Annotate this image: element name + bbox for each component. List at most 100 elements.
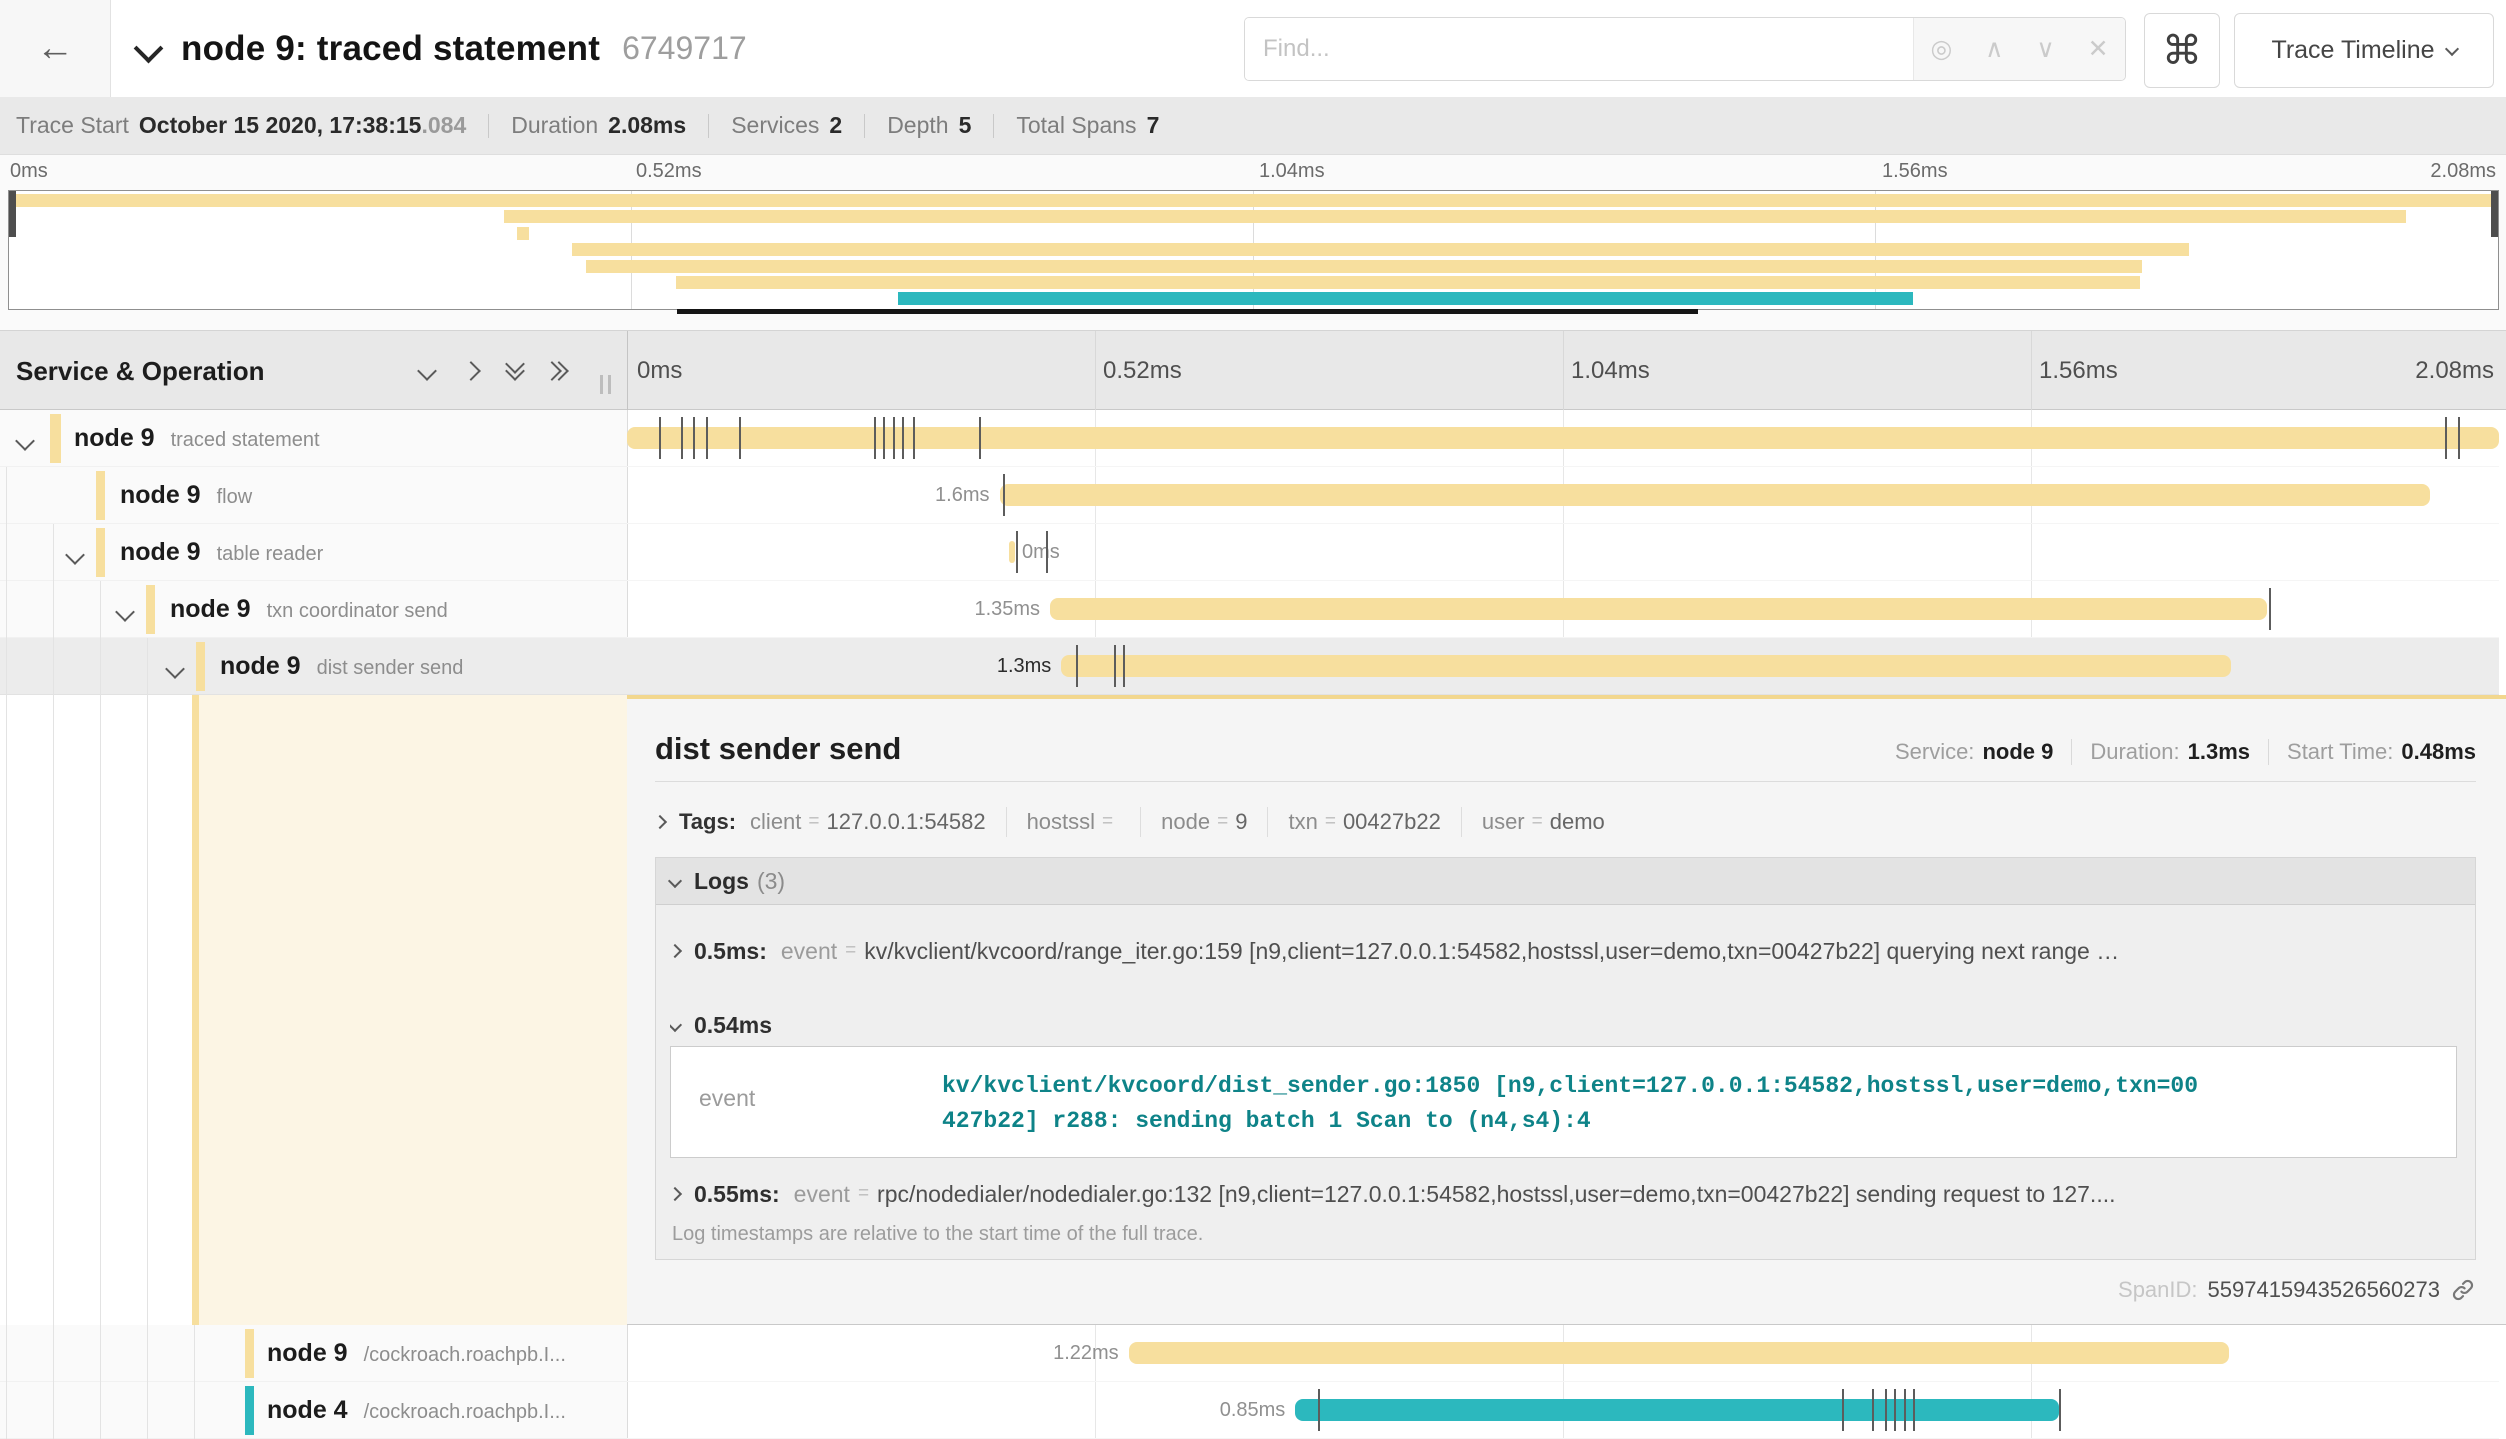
- view-selector-button[interactable]: Trace Timeline: [2234, 13, 2494, 88]
- span-detail-meta: Service: node 9 Duration: 1.3ms Start Ti…: [1895, 739, 2476, 765]
- equals-sign: =: [1532, 811, 1543, 833]
- minimap-view-indicator[interactable]: [677, 309, 1698, 314]
- operation-name: flow: [217, 486, 253, 509]
- find-next-icon[interactable]: ∨: [2036, 34, 2054, 64]
- span-bar[interactable]: [1061, 655, 2231, 677]
- span-bar[interactable]: [627, 427, 2499, 449]
- log-entry-0.55ms[interactable]: 0.55ms: event = rpc/nodedialer/nodediale…: [670, 1171, 2459, 1217]
- equals-sign: =: [1217, 811, 1228, 833]
- span-row-flow[interactable]: node 9 flow 1.6ms: [0, 467, 2506, 524]
- service-name: node 9: [267, 1325, 348, 1382]
- log-entry-0.54ms[interactable]: 0.54ms: [670, 1002, 2459, 1048]
- find-tools: ◎ ∧ ∨ ✕: [1913, 18, 2125, 80]
- services-label: Services: [731, 112, 819, 139]
- back-arrow-icon: ←: [36, 27, 74, 70]
- back-button[interactable]: ←: [0, 0, 111, 97]
- minimap-right-scrub-handle[interactable]: [2491, 191, 2498, 237]
- log-time: 0.5ms:: [694, 938, 767, 965]
- operation-name: txn coordinator send: [267, 600, 448, 623]
- span-event-tick: [739, 417, 741, 459]
- find-prev-icon[interactable]: ∧: [1985, 34, 2003, 64]
- span-bar[interactable]: [1000, 484, 2430, 506]
- expand-one-icon[interactable]: [464, 364, 478, 378]
- trace-start-ms-suffix: .084: [421, 112, 466, 139]
- find-clear-icon[interactable]: ✕: [2088, 34, 2109, 64]
- collapse-log-chevron-icon: [670, 1018, 682, 1032]
- link-icon[interactable]: [2450, 1277, 2476, 1303]
- duration-label: Duration: [511, 112, 598, 139]
- timeline-minimap: 0ms 0.52ms 1.04ms 1.56ms 2.08ms: [0, 155, 2506, 330]
- divider: [864, 114, 865, 138]
- span-bar[interactable]: [1050, 598, 2267, 620]
- expand-all-icon[interactable]: [552, 364, 566, 378]
- service-name: node 9: [170, 581, 251, 638]
- logs-header[interactable]: Logs (3): [656, 858, 2475, 905]
- service-name: node 4: [267, 1382, 348, 1439]
- divider: [2268, 739, 2269, 765]
- depth-value: 5: [959, 112, 972, 139]
- total-spans-value: 7: [1147, 112, 1160, 139]
- trace-start-value: October 15 2020, 17:38:15: [139, 112, 422, 139]
- minimap-span-bar: [572, 243, 2190, 256]
- log-field-key: event: [794, 1181, 850, 1208]
- duration-meta-label: Duration:: [2090, 739, 2179, 765]
- service-color-stripe: [96, 528, 105, 577]
- equals-sign: =: [845, 940, 856, 962]
- collapse-one-icon[interactable]: [420, 364, 434, 378]
- tags-row[interactable]: Tags: client=127.0.0.1:54582 hostssl= no…: [655, 802, 1605, 842]
- service-color-stripe: [245, 1329, 254, 1378]
- minimap-left-scrub-handle[interactable]: [9, 191, 16, 237]
- minimap-span-bar: [504, 210, 2406, 223]
- equals-sign: =: [1102, 811, 1113, 833]
- indent-guide: [53, 524, 54, 1439]
- find-target-icon[interactable]: ◎: [1930, 34, 1952, 64]
- span-event-tick: [1003, 474, 1005, 516]
- expand-log-chevron-icon: [670, 944, 682, 958]
- spanid-value: 5597415943526560273: [2208, 1277, 2440, 1303]
- tags-label: Tags:: [679, 809, 736, 835]
- minimap-canvas[interactable]: [8, 190, 2499, 310]
- collapse-chevron-icon[interactable]: [15, 431, 35, 451]
- minimap-tick-0: 0ms: [10, 160, 48, 183]
- span-bar[interactable]: [1295, 1399, 2059, 1421]
- selected-span-color-stripe: [192, 695, 199, 1325]
- span-bar[interactable]: [1009, 541, 1016, 563]
- collapse-trace-chevron-icon[interactable]: [134, 34, 164, 64]
- service-name: node 9: [74, 410, 155, 467]
- detail-left-tint: [199, 695, 627, 1325]
- service-color-stripe: [196, 642, 205, 691]
- collapse-logs-chevron-icon: [668, 874, 682, 888]
- span-row-txn-coordinator-send[interactable]: node 9 txn coordinator send 1.35ms: [0, 581, 2506, 638]
- collapse-chevron-icon[interactable]: [165, 659, 185, 679]
- collapse-chevron-icon[interactable]: [115, 602, 135, 622]
- span-duration-label: 0ms: [1022, 524, 1060, 581]
- spanid-label: SpanID:: [2118, 1277, 2198, 1303]
- spanid-row: SpanID: 5597415943526560273: [2118, 1277, 2476, 1303]
- logs-body: 0.5ms: event = kv/kvclient/kvcoord/range…: [656, 905, 2475, 1260]
- column-resize-handle[interactable]: [600, 375, 611, 394]
- span-row-roachpb-node9[interactable]: node 9 /cockroach.roachpb.I... 1.22ms: [0, 1325, 2506, 1382]
- chevron-down-icon: [2444, 41, 2458, 55]
- span-duration-label: 1.35ms: [974, 581, 1050, 638]
- minimap-tick-1: 0.52ms: [636, 160, 702, 183]
- span-row-roachpb-node4[interactable]: node 4 /cockroach.roachpb.I... 0.85ms: [0, 1382, 2506, 1439]
- log-entry-0.5ms[interactable]: 0.5ms: event = kv/kvclient/kvcoord/range…: [670, 928, 2459, 974]
- span-bar[interactable]: [1129, 1342, 2230, 1364]
- duration-value: 2.08ms: [608, 112, 686, 139]
- collapse-all-icon[interactable]: [508, 364, 522, 378]
- detail-left-gutter: [0, 695, 192, 1325]
- span-grid-header: Service & Operation 0ms 0.52ms 1.04ms 1.…: [0, 330, 2506, 410]
- title-area: node 9: traced statement 6749717: [138, 0, 747, 97]
- span-row-dist-sender-send[interactable]: node 9 dist sender send 1.3ms: [0, 638, 2506, 695]
- tag-key: client: [750, 809, 801, 835]
- span-event-tick: [1913, 1389, 1915, 1431]
- trace-timeline-page: ← node 9: traced statement 6749717 ◎ ∧ ∨…: [0, 0, 2506, 1439]
- collapse-chevron-icon[interactable]: [65, 545, 85, 565]
- span-event-tick: [902, 417, 904, 459]
- span-event-tick: [979, 417, 981, 459]
- span-row-table-reader[interactable]: node 9 table reader 0ms: [0, 524, 2506, 581]
- span-row-traced-statement[interactable]: node 9 traced statement: [0, 410, 2506, 467]
- find-input[interactable]: [1245, 18, 1913, 80]
- keyboard-shortcuts-button[interactable]: ⌘: [2144, 13, 2220, 88]
- divider: [1461, 807, 1462, 837]
